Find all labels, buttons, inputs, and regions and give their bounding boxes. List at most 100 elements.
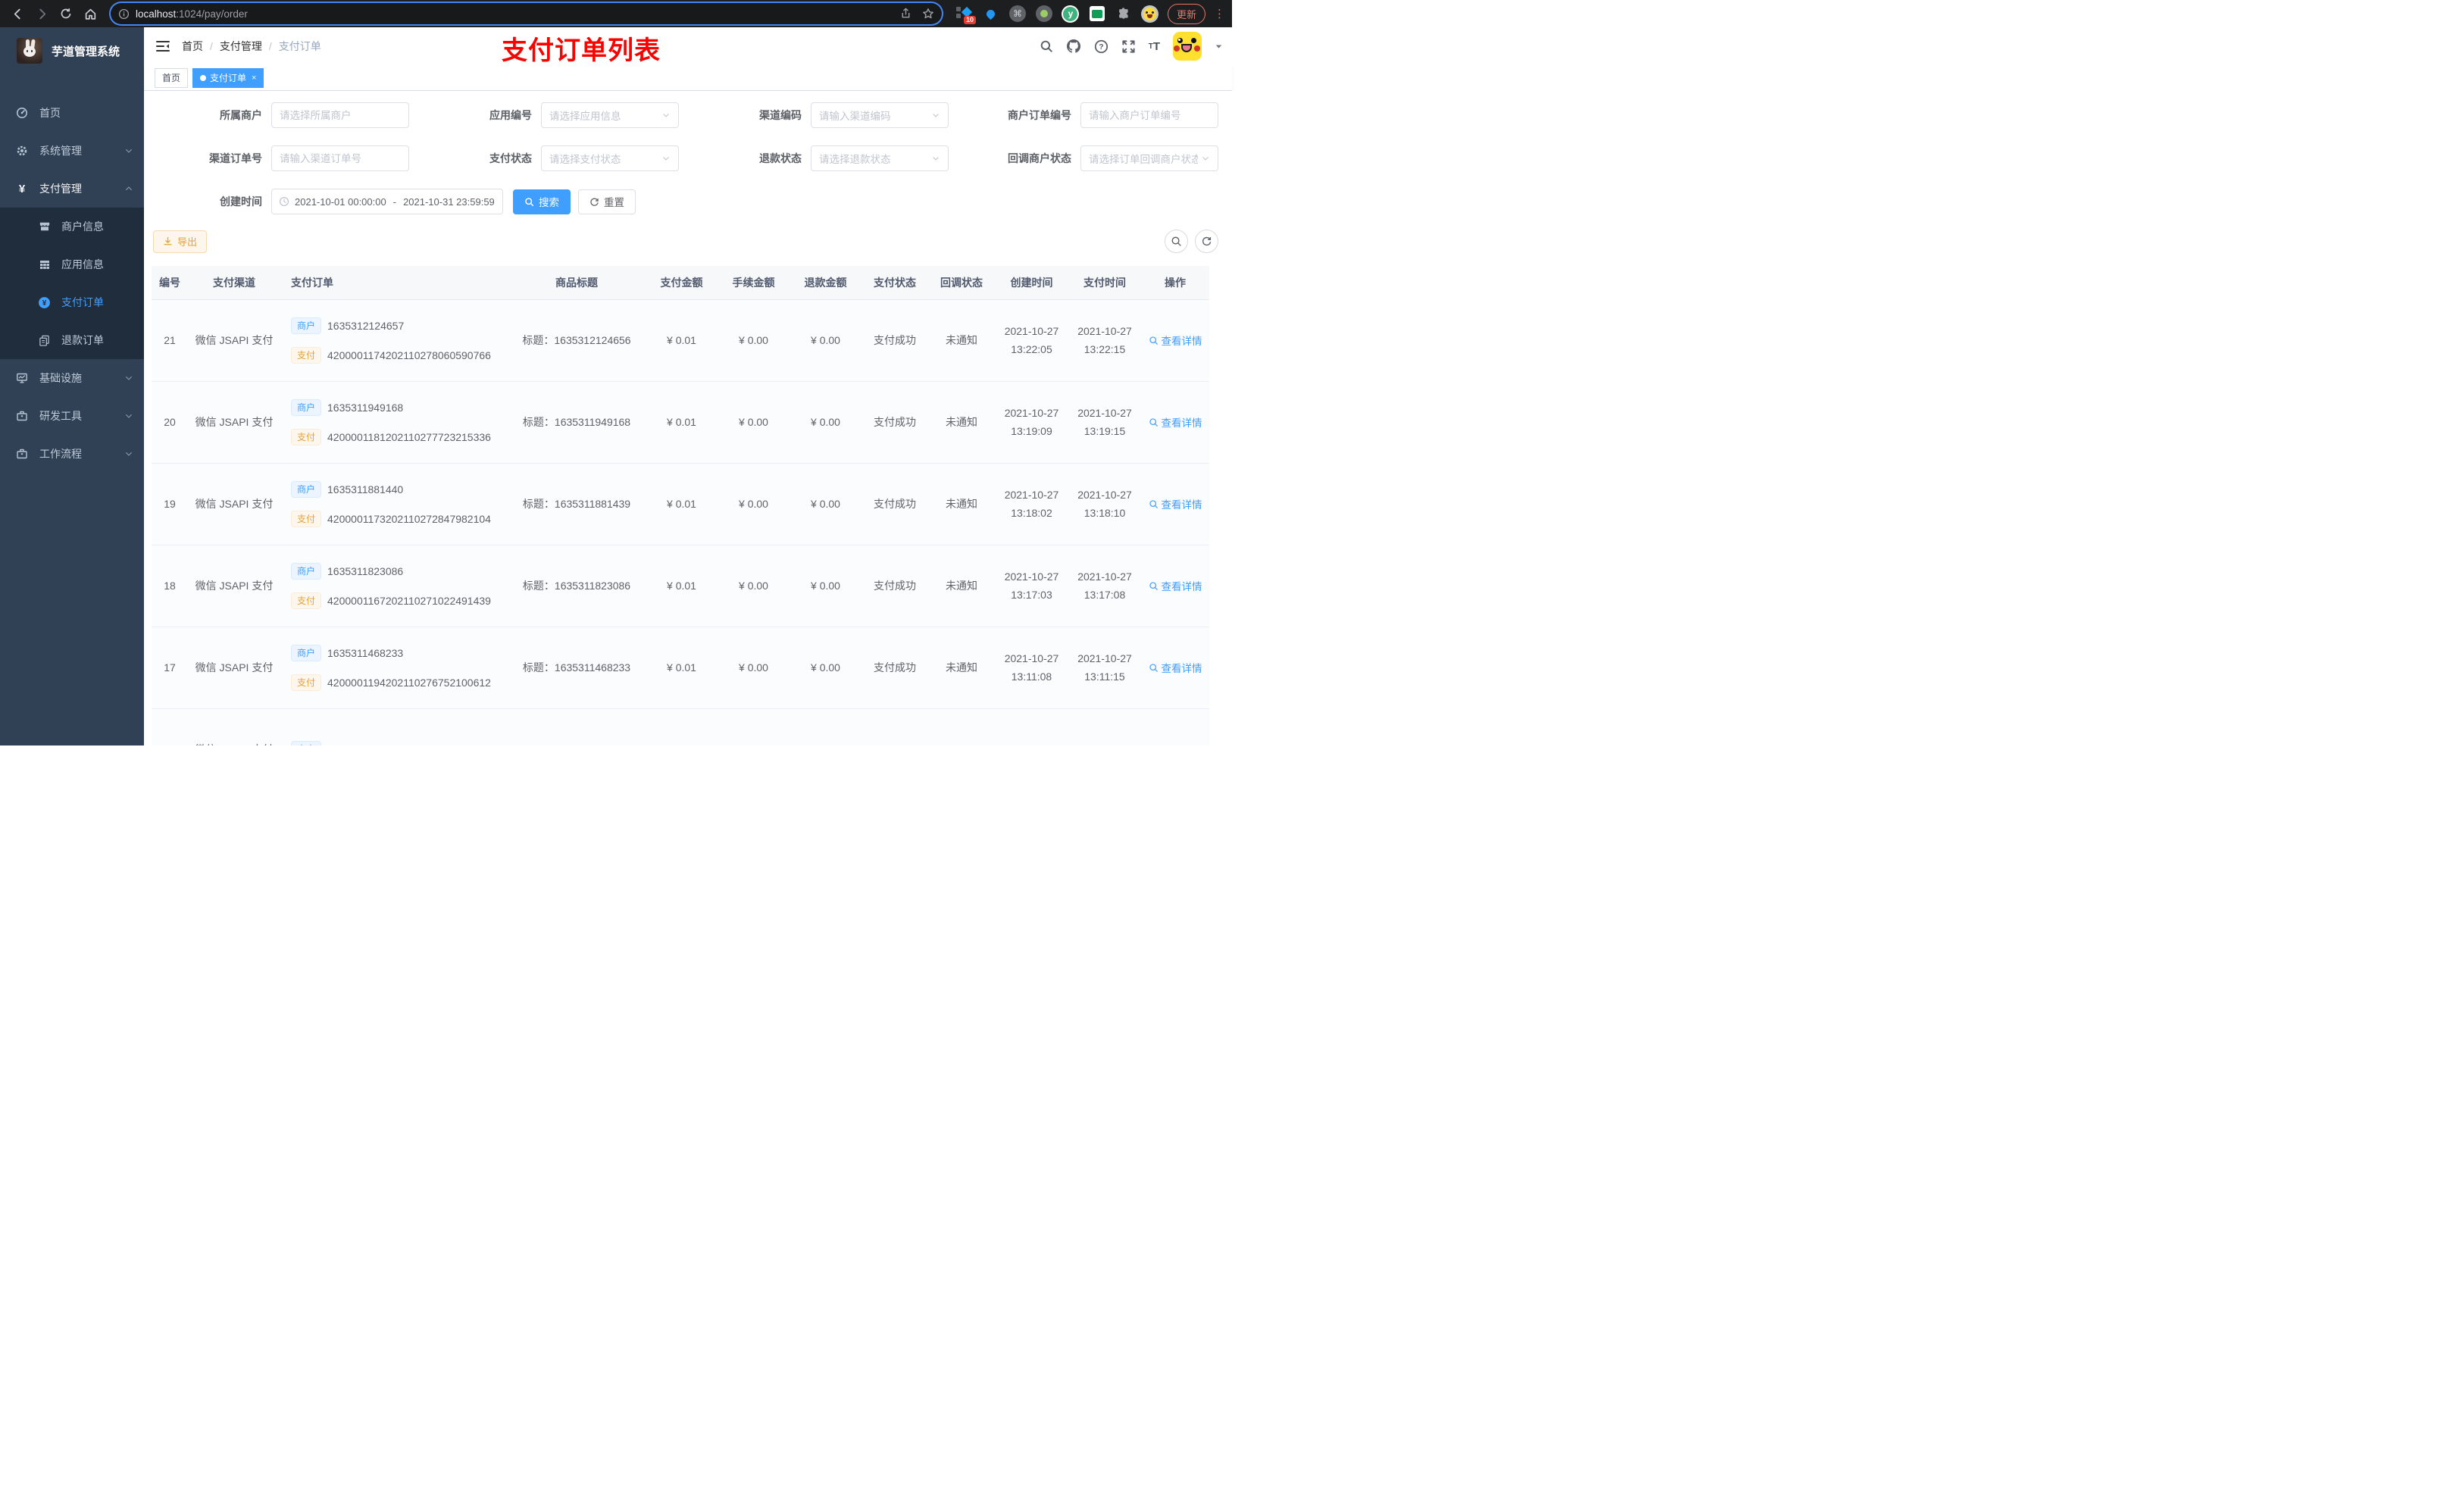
browser-back-icon[interactable] <box>8 4 27 23</box>
payment-submenu: 商户信息 应用信息 ¥ 支付订单 退款订单 <box>0 208 144 359</box>
chevron-down-icon <box>124 374 133 383</box>
page-title-annotation: 支付订单列表 <box>502 36 661 65</box>
fullscreen-icon[interactable] <box>1121 39 1136 54</box>
collapse-sidebar-icon[interactable] <box>155 38 171 55</box>
sidebar-item-merchant-info[interactable]: 商户信息 <box>0 208 144 245</box>
pay-status-select[interactable]: 请选择支付状态 <box>541 145 679 171</box>
grid-table-icon <box>38 258 51 270</box>
filter-label-merchant-order-no: 商户订单编号 <box>1008 109 1071 121</box>
sidebar-item-workflow[interactable]: 工作流程 <box>0 435 144 473</box>
refresh-table-button[interactable] <box>1195 230 1218 253</box>
share-icon[interactable] <box>900 8 911 20</box>
github-icon[interactable] <box>1066 39 1081 54</box>
extension-chat-icon[interactable] <box>1088 5 1106 23</box>
browser-forward-icon[interactable] <box>32 4 52 23</box>
sidebar-item-app-info[interactable]: 应用信息 <box>0 245 144 283</box>
merchant-tag: 商户 <box>291 399 322 416</box>
sidebar-item-payment[interactable]: ¥ 支付管理 <box>0 170 144 208</box>
filter-label-refund-status: 退款状态 <box>759 152 802 164</box>
header-search-icon[interactable] <box>1040 39 1053 53</box>
extension-kite-icon[interactable] <box>982 5 1000 23</box>
extension-badge: 10 <box>963 16 976 24</box>
channel-order-no-input[interactable] <box>271 145 409 171</box>
user-avatar[interactable] <box>1173 32 1202 61</box>
sidebar-item-infra[interactable]: 基础设施 <box>0 359 144 397</box>
tab-home[interactable]: 首页 <box>155 67 189 88</box>
merchant-tag: 商户 <box>291 317 322 334</box>
filter-label-callback-status: 回调商户状态 <box>1008 152 1071 164</box>
extension-emoji-icon[interactable] <box>1141 5 1159 23</box>
breadcrumb-payment[interactable]: 支付管理 <box>220 39 262 54</box>
sidebar-item-pay-order[interactable]: ¥ 支付订单 <box>0 283 144 321</box>
avatar-caret-icon[interactable] <box>1215 42 1223 51</box>
app-select[interactable]: 请选择应用信息 <box>541 102 679 128</box>
merchant-tag: 商户 <box>291 644 322 661</box>
sidebar-item-system[interactable]: 系统管理 <box>0 132 144 170</box>
channel-code-select[interactable]: 请输入渠道编码 <box>811 102 949 128</box>
col-refund: 退款金额 <box>790 266 861 299</box>
browser-menu-icon[interactable]: ⋮ <box>1214 7 1225 20</box>
filter-label-create-time: 创建时间 <box>220 195 262 208</box>
chevron-down-icon <box>931 111 940 120</box>
callback-status-select[interactable]: 请选择订单回调商户状态 <box>1080 145 1218 171</box>
merchant-input[interactable] <box>271 102 409 128</box>
site-info-icon[interactable] <box>118 8 130 20</box>
sidebar-item-home[interactable]: 首页 <box>0 94 144 132</box>
extension-recorder-icon[interactable] <box>1035 5 1053 23</box>
view-detail-link[interactable]: 查看详情 <box>1149 578 1202 593</box>
reset-button[interactable]: 重置 <box>578 189 636 214</box>
view-detail-link[interactable]: 查看详情 <box>1149 333 1202 348</box>
clock-icon <box>279 196 289 207</box>
merchant-order-no-input[interactable] <box>1080 102 1218 128</box>
yen-circle-icon: ¥ <box>38 296 51 309</box>
merchant-tag: 商户 <box>291 741 322 746</box>
svg-text:?: ? <box>1099 43 1103 52</box>
extensions-puzzle-icon[interactable] <box>1115 5 1133 23</box>
browser-reload-icon[interactable] <box>56 4 76 23</box>
filter-label-pay-status: 支付状态 <box>489 152 532 164</box>
table-row: 21 微信 JSAPI 支付 商户 1635312124657 支付 4200001… <box>152 299 1209 382</box>
address-bar[interactable]: localhost:1024/pay/order <box>111 3 942 24</box>
date-range-start[interactable]: 2021-10-01 00:00:00 <box>295 196 386 208</box>
browser-update-button[interactable]: 更新 <box>1167 3 1205 24</box>
filter-label-channel-code: 渠道编码 <box>759 109 802 121</box>
view-detail-link[interactable]: 查看详情 <box>1149 414 1202 430</box>
export-button[interactable]: 导出 <box>153 230 208 253</box>
col-fee: 手续金额 <box>718 266 790 299</box>
gear-icon <box>16 145 28 157</box>
breadcrumb-home[interactable]: 首页 <box>182 39 203 54</box>
extension-vue-devtools-icon[interactable]: y <box>1062 5 1080 23</box>
tab-pay-order[interactable]: 支付订单 × <box>192 67 264 88</box>
search-button[interactable]: 搜索 <box>513 189 571 214</box>
create-time-range-picker[interactable]: 2021-10-01 00:00:00 - 2021-10-31 23:59:5… <box>271 189 503 214</box>
help-icon[interactable]: ? <box>1094 39 1108 54</box>
date-range-end[interactable]: 2021-10-31 23:59:59 <box>403 196 495 208</box>
extension-command-icon[interactable]: ⌘ <box>1008 5 1027 23</box>
col-amount: 支付金额 <box>646 266 718 299</box>
browser-toolbar: localhost:1024/pay/order 10 ⌘ y 更新 ⋮ <box>0 0 1232 27</box>
shop-icon <box>38 220 51 233</box>
pay-tag: 支付 <box>291 674 322 691</box>
tab-close-icon[interactable]: × <box>252 69 256 87</box>
extension-tabs-icon[interactable]: 10 <box>955 5 976 24</box>
top-navbar: 首页 / 支付管理 / 支付订单 支付订单列表 ? T T <box>144 27 1232 65</box>
table-header-row: 编号 支付渠道 支付订单 商品标题 支付金额 手续金额 退款金额 支付状态 回调… <box>152 266 1209 299</box>
toggle-search-button[interactable] <box>1165 230 1188 253</box>
chevron-down-icon <box>124 411 133 420</box>
col-id: 编号 <box>152 266 188 299</box>
search-filter-form: 所属商户 应用编号 请选择应用信息 渠道编码 请输入渠道编码 <box>152 102 1224 214</box>
browser-home-icon[interactable] <box>80 4 100 23</box>
breadcrumb-current: 支付订单 <box>278 40 321 52</box>
bookmark-star-icon[interactable] <box>922 8 934 20</box>
sidebar-item-devtools[interactable]: 研发工具 <box>0 397 144 435</box>
channel-order-no-field[interactable] <box>280 152 401 164</box>
merchant-order-no-field[interactable] <box>1089 109 1210 121</box>
col-action: 操作 <box>1141 266 1209 299</box>
sidebar-item-refund-order[interactable]: 退款订单 <box>0 321 144 359</box>
refund-status-select[interactable]: 请选择退款状态 <box>811 145 949 171</box>
view-detail-link[interactable]: 查看详情 <box>1149 660 1202 675</box>
merchant-tag: 商户 <box>291 562 322 580</box>
merchant-input-field[interactable] <box>280 109 401 121</box>
font-size-icon[interactable]: TT <box>1149 40 1160 53</box>
view-detail-link[interactable]: 查看详情 <box>1149 496 1202 511</box>
